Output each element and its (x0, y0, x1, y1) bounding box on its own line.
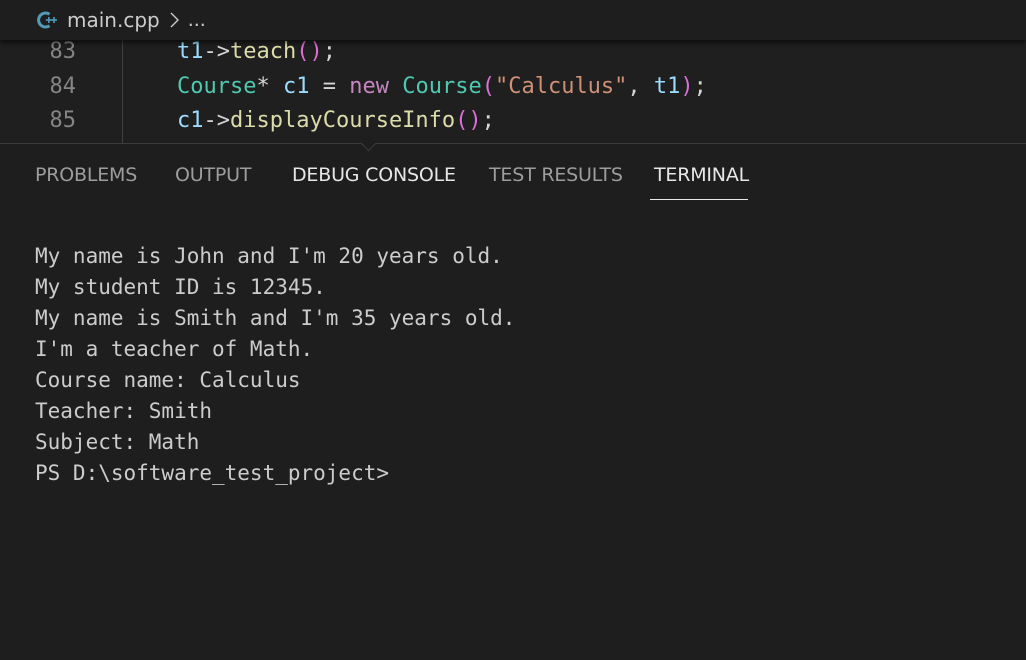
tab-debug-console[interactable]: DEBUG CONSOLE (292, 164, 456, 186)
terminal-line: Subject: Math (35, 430, 200, 454)
terminal-prompt: PS D:\software_test_project> (35, 461, 390, 485)
code-token: c1 (177, 108, 204, 133)
code-token: () (296, 39, 323, 64)
line-number: 84 (49, 74, 77, 99)
code-line[interactable]: 84 Course* c1 = new Course("Calculus", t1… (0, 70, 1026, 104)
code-token: -> (203, 39, 231, 64)
terminal-line: Course name: Calculus (35, 368, 301, 392)
line-number: 85 (49, 108, 77, 133)
line-code[interactable]: Course* c1 = new Course("Calculus", t1); (177, 70, 707, 104)
code-token: Course (177, 74, 257, 99)
code-token: "Calculus" (494, 74, 628, 99)
tab-test-results[interactable]: TEST RESULTS (489, 164, 623, 186)
code-token: teach (230, 39, 297, 64)
breadcrumb-ellipsis[interactable]: ... (188, 9, 206, 31)
code-editor[interactable]: 83 t1->teach(); 84 Course* c1 = new Course(… (0, 37, 1026, 143)
line-number: 83 (49, 39, 77, 64)
code-line[interactable]: 83 t1->teach(); (0, 35, 1026, 69)
bottom-panel: PROBLEMS OUTPUT DEBUG CONSOLE TEST RESUL… (0, 135, 1026, 660)
terminal-line: Teacher: Smith (35, 399, 213, 423)
breadcrumb-file-name[interactable]: main.cpp (67, 8, 160, 32)
code-token: t1 (177, 39, 204, 64)
code-token: , (627, 74, 654, 99)
code-token: ) (680, 74, 694, 99)
tab-problems[interactable]: PROBLEMS (35, 164, 137, 186)
code-token: ( (481, 74, 495, 99)
tab-output[interactable]: OUTPUT (175, 164, 251, 186)
code-token: () (455, 108, 482, 133)
terminal-line: My name is Smith and I'm 35 years old. (35, 306, 516, 330)
cpp-file-icon[interactable] (35, 9, 57, 31)
tab-terminal[interactable]: TERMINAL (654, 164, 749, 186)
terminal-line: My student ID is 12345. (35, 275, 326, 299)
code-token: ; (693, 74, 707, 99)
code-line[interactable]: 85 c1->displayCourseInfo(); (0, 104, 1026, 138)
line-code[interactable]: c1->displayCourseInfo(); (177, 104, 495, 138)
code-token: -> (203, 108, 231, 133)
code-token: new (349, 74, 389, 99)
code-token: Course (402, 74, 482, 99)
chevron-right-icon (168, 9, 182, 31)
terminal-output[interactable]: My name is John and I'm 20 years old. My … (35, 241, 515, 489)
code-token: c1 (282, 74, 310, 99)
terminal-line: My name is John and I'm 20 years old. (35, 244, 503, 268)
code-token: * (256, 74, 283, 99)
terminal-line: I'm a teacher of Math. (35, 337, 314, 361)
code-token: displayCourseInfo (230, 108, 456, 133)
code-token: ; (322, 39, 336, 64)
code-token: ; (481, 108, 495, 133)
breadcrumb: main.cpp ... (0, 0, 1026, 40)
code-token: = (309, 74, 350, 99)
active-tab-indicator (650, 199, 748, 200)
panel-tabs: PROBLEMS OUTPUT DEBUG CONSOLE TEST RESUL… (0, 144, 1026, 202)
line-code[interactable]: t1->teach(); (177, 35, 336, 69)
code-token: t1 (653, 74, 681, 99)
